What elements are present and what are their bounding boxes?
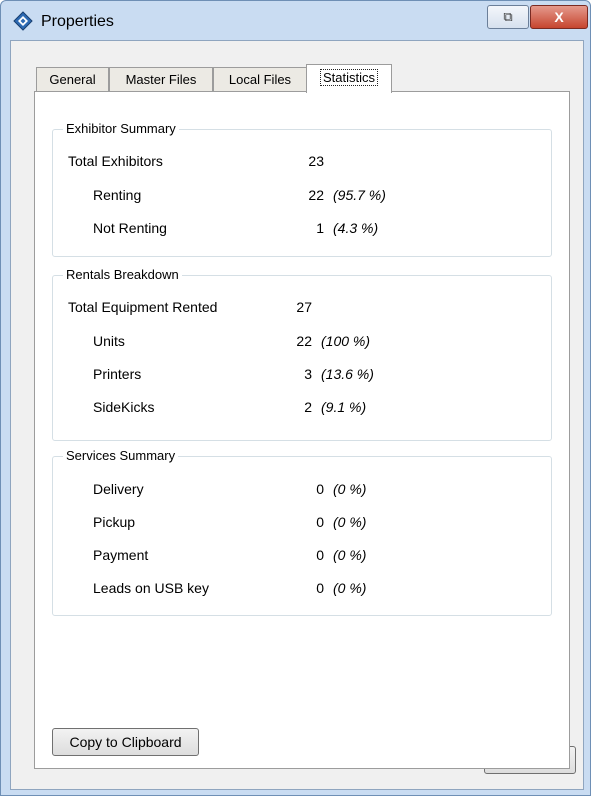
tab-general-label: General — [49, 72, 96, 87]
app-diamond-icon — [13, 11, 33, 31]
rentals-breakdown-group: Rentals Breakdown Total Equipment Rented… — [52, 267, 552, 441]
total-equipment-rented-label: Total Equipment Rented — [68, 299, 218, 315]
leads-on-usb-key-label: Leads on USB key — [93, 580, 209, 596]
delivery-value: 0 — [316, 481, 324, 497]
exhibitor-summary-title: Exhibitor Summary — [63, 121, 179, 136]
pickup-percent: (0 %) — [333, 514, 367, 530]
units-label: Units — [93, 333, 125, 349]
leads-on-usb-key-value: 0 — [316, 580, 324, 596]
sidekicks-value: 2 — [304, 399, 312, 415]
printers-label: Printers — [93, 366, 142, 382]
tab-master-files-label: Master Files — [125, 72, 197, 87]
not-renting-value: 1 — [316, 220, 324, 236]
window-close-button[interactable]: X — [530, 5, 588, 29]
exhibitor-summary-group: Exhibitor Summary Total Exhibitors 23 Re… — [52, 121, 552, 257]
rentals-breakdown-title: Rentals Breakdown — [63, 267, 182, 282]
leads-on-usb-key-percent: (0 %) — [333, 580, 367, 596]
tab-master-files[interactable]: Master Files — [109, 67, 213, 92]
tab-statistics[interactable]: Statistics — [306, 64, 392, 93]
copy-to-clipboard-button[interactable]: Copy to Clipboard — [52, 728, 199, 756]
sidekicks-label: SideKicks — [93, 399, 155, 415]
not-renting-label: Not Renting — [93, 220, 167, 236]
renting-value: 22 — [308, 187, 324, 203]
total-exhibitors-value: 23 — [308, 153, 324, 169]
tab-local-files-label: Local Files — [228, 72, 292, 87]
payment-value: 0 — [316, 547, 324, 563]
sidekicks-percent: (9.1 %) — [321, 399, 367, 415]
statistics-panel: Exhibitor Summary Total Exhibitors 23 Re… — [34, 91, 570, 769]
tab-statistics-label: Statistics — [319, 69, 379, 86]
total-exhibitors-label: Total Exhibitors — [68, 153, 163, 169]
properties-window: Properties ⧉ X General Master Files Loca… — [0, 0, 591, 796]
pickup-label: Pickup — [93, 514, 136, 530]
delivery-percent: (0 %) — [333, 481, 367, 497]
pickup-value: 0 — [316, 514, 324, 530]
units-value: 22 — [296, 333, 312, 349]
delivery-label: Delivery — [93, 481, 144, 497]
printers-percent: (13.6 %) — [321, 366, 374, 382]
renting-label: Renting — [93, 187, 142, 203]
renting-percent: (95.7 %) — [333, 187, 386, 203]
services-summary-title: Services Summary — [63, 448, 179, 463]
services-summary-group: Services Summary Delivery 0 (0 %) Pickup… — [52, 448, 552, 616]
printers-value: 3 — [304, 366, 312, 382]
title-bar[interactable]: Properties ⧉ X — [1, 1, 590, 31]
total-equipment-rented-value: 27 — [296, 299, 312, 315]
tab-local-files[interactable]: Local Files — [213, 67, 307, 92]
restore-button[interactable]: ⧉ — [487, 5, 529, 29]
not-renting-percent: (4.3 %) — [333, 220, 379, 236]
payment-label: Payment — [93, 547, 149, 563]
window-title: Properties — [41, 13, 114, 30]
restore-icon: ⧉ — [503, 9, 513, 24]
payment-percent: (0 %) — [333, 547, 367, 563]
dialog-client-area: General Master Files Local Files Statist… — [10, 40, 584, 790]
tab-general[interactable]: General — [36, 67, 109, 92]
units-percent: (100 %) — [321, 333, 371, 349]
close-x-icon: X — [554, 9, 564, 25]
